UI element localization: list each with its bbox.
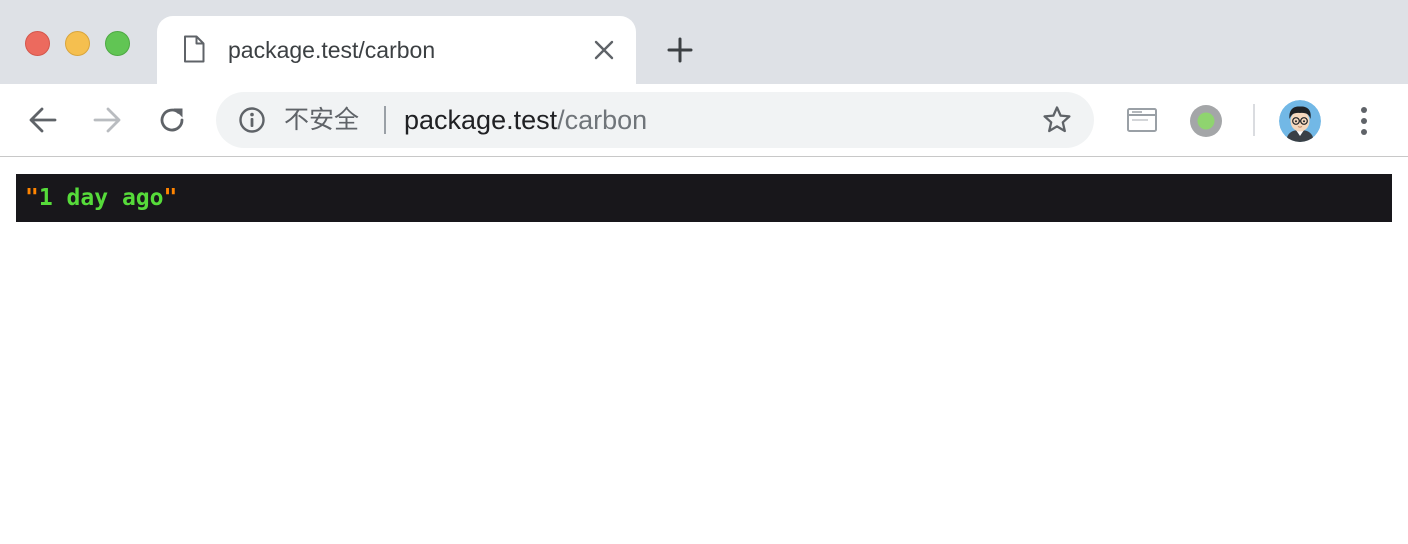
- info-icon[interactable]: [238, 106, 266, 134]
- omnibox-divider: [384, 106, 386, 134]
- tab-strip: package.test/carbon: [0, 0, 1408, 84]
- window-close-button[interactable]: [25, 31, 50, 56]
- kebab-menu-icon[interactable]: [1352, 104, 1376, 138]
- window-maximize-button[interactable]: [105, 31, 130, 56]
- page-content: "1 day ago": [0, 158, 1408, 544]
- avatar[interactable]: [1279, 100, 1321, 142]
- dump-quote-open: ": [25, 185, 39, 211]
- plus-icon[interactable]: [666, 36, 694, 64]
- url-text[interactable]: package.test/carbon: [404, 103, 647, 137]
- browser-window: package.test/carbon 不安全 package.test/car…: [0, 0, 1408, 544]
- page-icon: [184, 35, 205, 63]
- window-icon[interactable]: [1126, 106, 1158, 134]
- dump-quote-close: ": [163, 185, 178, 211]
- var-dump-output: "1 day ago": [16, 174, 1392, 222]
- close-icon[interactable]: [593, 39, 615, 61]
- tab-title: package.test/carbon: [228, 37, 436, 63]
- window-minimize-button[interactable]: [65, 31, 90, 56]
- browser-toolbar: 不安全 package.test/carbon: [0, 84, 1408, 157]
- url-path: /carbon: [557, 105, 648, 135]
- star-icon[interactable]: [1042, 105, 1072, 135]
- arrow-left-icon[interactable]: [27, 104, 59, 136]
- arrow-right-icon[interactable]: [91, 104, 123, 136]
- toolbar-divider: [1253, 104, 1255, 136]
- security-label[interactable]: 不安全: [284, 104, 359, 136]
- address-bar[interactable]: 不安全 package.test/carbon: [216, 92, 1094, 148]
- record-icon[interactable]: [1188, 103, 1224, 139]
- dump-string-value: 1 day ago: [38, 185, 164, 211]
- reload-icon[interactable]: [156, 104, 188, 136]
- browser-tab-active[interactable]: package.test/carbon: [157, 16, 636, 84]
- url-host: package.test: [404, 105, 558, 135]
